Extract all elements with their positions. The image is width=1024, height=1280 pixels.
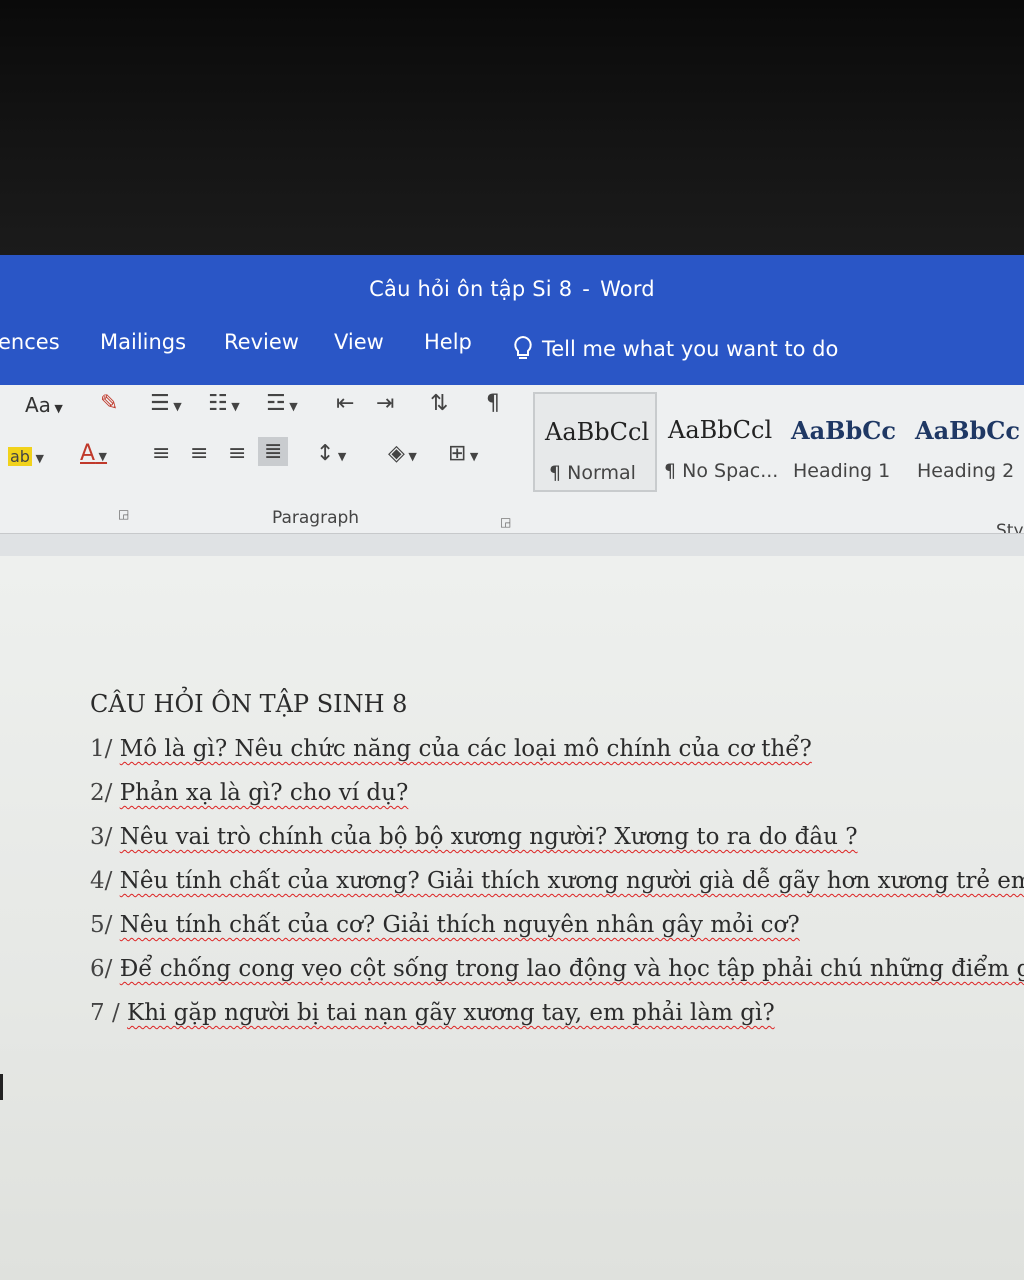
tab-references[interactable]: ences	[0, 330, 60, 354]
highlight-color-icon[interactable]: ab ▼	[8, 443, 44, 468]
clear-formatting-icon[interactable]: ✎	[100, 391, 118, 416]
document-page[interactable]: CÂU HỎI ÔN TẬP SINH 8 1/ Mô là gì? Nêu c…	[0, 556, 1024, 1280]
align-left-icon[interactable]: ≡	[152, 441, 170, 466]
question-2: 2/ Phản xạ là gì? cho ví dụ?	[90, 780, 409, 806]
style-normal[interactable]: AaBbCcl ¶ Normal	[533, 392, 657, 492]
styles-gallery: AaBbCcl ¶ Normal AaBbCcl ¶ No Spac... Aa…	[533, 392, 1024, 492]
align-right-icon[interactable]: ≡	[228, 441, 246, 466]
app-name: Word	[600, 277, 655, 301]
align-center-icon[interactable]: ≡	[190, 441, 208, 466]
show-formatting-icon[interactable]: ¶	[486, 391, 500, 416]
question-7: 7 / Khi gặp người bị tai nạn gãy xương t…	[90, 1000, 775, 1026]
sort-icon[interactable]: ⇅	[430, 391, 448, 416]
font-dialog-launcher-icon[interactable]: ◲	[118, 507, 129, 521]
decrease-indent-icon[interactable]: ⇤	[336, 391, 354, 416]
tab-mailings[interactable]: Mailings	[100, 330, 186, 354]
style-no-spacing[interactable]: AaBbCcl ¶ No Spac...	[658, 392, 778, 488]
font-color-icon[interactable]: A ▼	[80, 441, 107, 466]
ribbon-bottom-edge	[0, 533, 1024, 556]
paragraph-group-label: Paragraph	[272, 508, 360, 528]
question-1: 1/ Mô là gì? Nêu chức năng của các loại …	[90, 736, 812, 762]
text-cursor	[0, 1074, 3, 1100]
document-heading: CÂU HỎI ÔN TẬP SINH 8	[90, 690, 408, 718]
bullets-icon[interactable]: ☰ ▼	[150, 391, 182, 416]
question-5: 5/ Nêu tính chất của cơ? Giải thích nguy…	[90, 912, 800, 938]
increase-indent-icon[interactable]: ⇥	[376, 391, 394, 416]
borders-icon[interactable]: ⊞ ▼	[448, 441, 478, 466]
tab-help[interactable]: Help	[424, 330, 472, 354]
line-spacing-icon[interactable]: ↕ ▼	[316, 441, 346, 466]
monitor-bezel	[0, 0, 1024, 255]
question-3: 3/ Nêu vai trò chính của bộ bộ xương ngư…	[90, 824, 858, 850]
shading-icon[interactable]: ◈ ▼	[388, 441, 417, 466]
question-6: 6/ Để chống cong vẹo cột sống trong lao …	[90, 956, 1024, 982]
ribbon-tabs: ences Mailings Review View Help Tell me …	[0, 325, 1024, 385]
lightbulb-icon	[514, 335, 532, 359]
multilevel-list-icon[interactable]: ☲ ▼	[266, 391, 298, 416]
question-4: 4/ Nêu tính chất của xương? Giải thích x…	[90, 868, 1024, 894]
change-case-button[interactable]: Aa ▼	[25, 393, 63, 417]
tell-me-box[interactable]: Tell me what you want to do	[512, 335, 838, 363]
title-bar: Câu hỏi ôn tập Si 8- Word	[0, 255, 1024, 325]
tab-view[interactable]: View	[334, 330, 384, 354]
style-heading-1[interactable]: AaBbCc Heading 1	[781, 392, 903, 488]
paragraph-dialog-launcher-icon[interactable]: ◲	[500, 515, 511, 529]
document-name: Câu hỏi ôn tập Si 8	[369, 277, 573, 301]
tab-review[interactable]: Review	[224, 330, 299, 354]
style-heading-2[interactable]: AaBbCc Heading 2	[905, 392, 1024, 488]
tell-me-text: Tell me what you want to do	[542, 337, 839, 361]
justify-icon[interactable]: ≣	[258, 437, 289, 466]
numbering-icon[interactable]: ☷ ▼	[208, 391, 240, 416]
window-title: Câu hỏi ôn tập Si 8- Word	[369, 277, 655, 301]
